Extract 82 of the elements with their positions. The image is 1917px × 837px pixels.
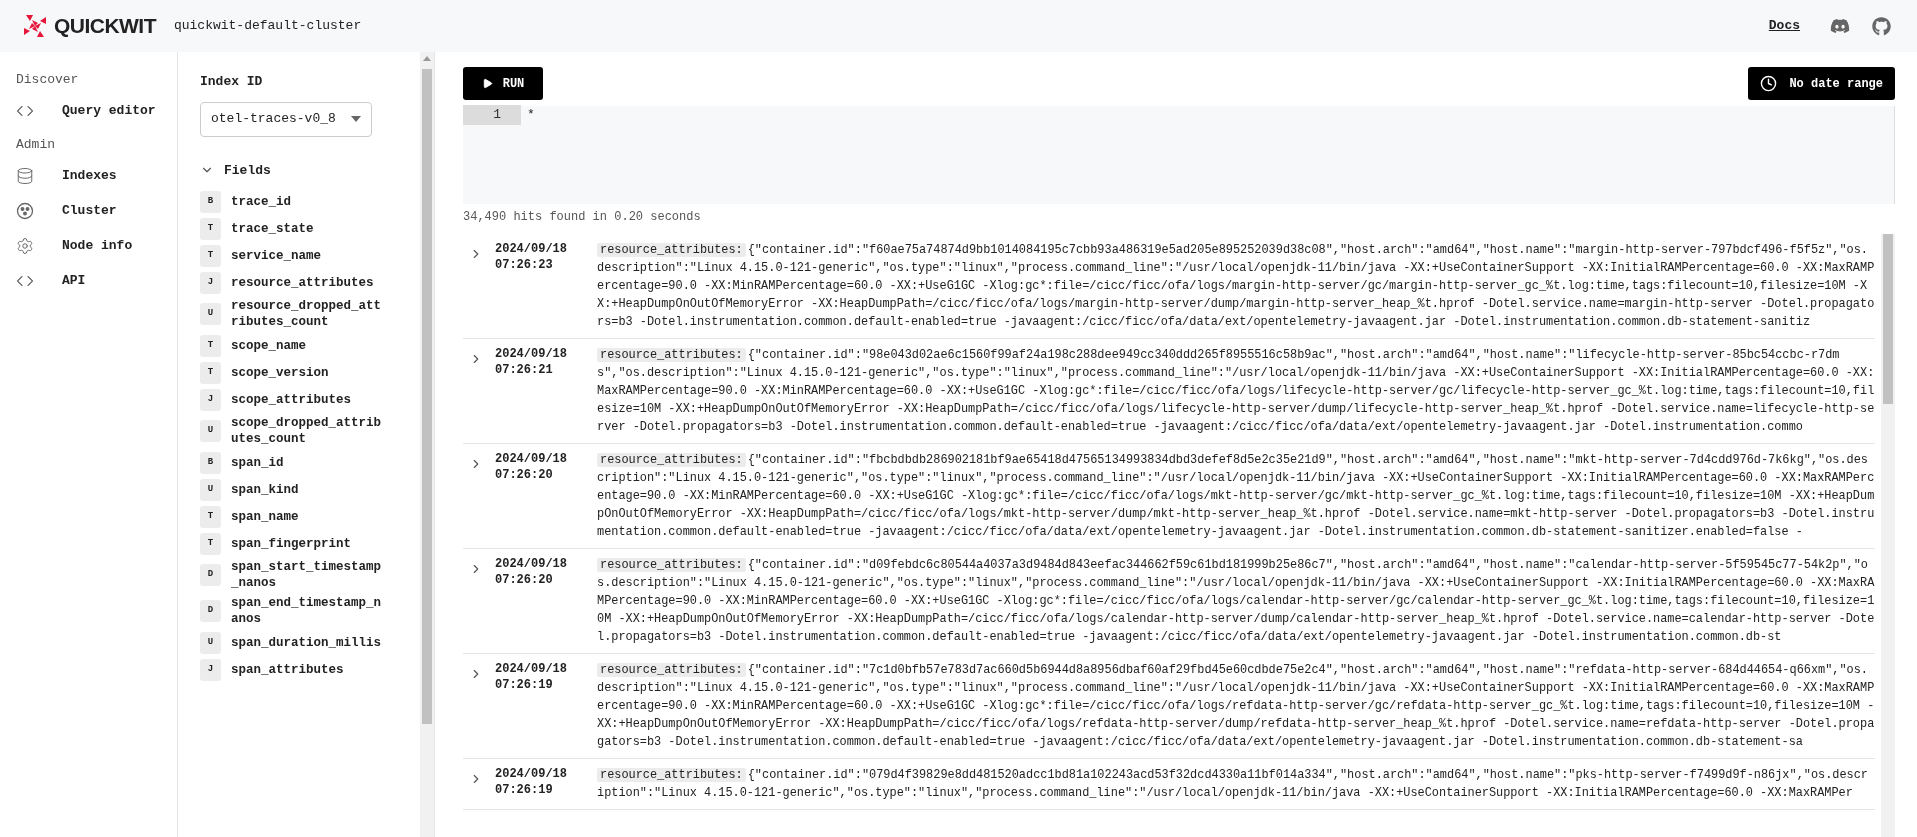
attribute-text: resource_attributes: {"container.id":"fbcbdbdb286902181bf9ae65418d47565134993834dbd3defef8d5e2c35e21d9","host.arch":"amd64","host.name":"mkt-http-server-7d4cdd976d-7k6kg","os.description":"Linux 4.15.0-121-generic","os.type":"linux","process.command_line":"/usr/local/openjdk-11/bin/java -XX:+UseContainerSupport -XX:InitialRAMPercentage=60.0 -XX:MaxRAMPercentage=90.0 -XX:MinRAMPercentage=60.0 -XX:+UseG1GC -Xlog:gc*:file=/cicc/ficc/ofa/logs/mkt-http-server/gc/mkt-http-server_gc_%t.log:time,tags:filecount=10,filesize=10M -XX:+HeapDumpOnOutOfMemoryError -XX:HeapDumpPath=/cicc/ficc/ofa/logs/mkt-http-server/dump/mkt-http-server_heap_%t.hprof -Dotel.service.name=mkt-http-server -Dotel.propagators=b3 -Dotel.instrumentation.common.default-enabled=true -javaagent:/cicc/ficc/ofa/data/ext/opentelemetry-javaagent.jar -Dotel.instrumentation.common.db-statement-sanitizer.enabled=false -	[596, 452, 1875, 541]
attribute-text: resource_attributes: {"container.id":"079d4f39829e8dd481520adcc1bd81a102243acd53f32dcd4330a11bf014a334","host.arch":"amd64","host.name":"pks-http-server-f7499d9f-n86jx","os.description":"Linux 4.15.0-121-generic","os.type":"linux","process.command_line":"/usr/local/openjdk-11/bin/java -XX:+UseContainerSupport -XX:InitialRAMPercentage=60.0 -XX:MaxRAMPer	[596, 767, 1869, 802]
row-date: 2024/09/18	[495, 661, 568, 677]
field-name[interactable]: scope_dropped_attributes_count	[231, 415, 383, 447]
attribute-text: resource_attributes: {"container.id":"7c1d0bfb57e783d7ac660d5b6944d8a8956dbaf60af29fbd45e60cdbde75e2c4","host.arch":"amd64","host.name":"refdata-http-server-684d44654-q66xm","os.description":"Linux 4.15.0-121-generic","os.type":"linux","process.command_line":"/usr/local/openjdk-11/bin/java -XX:+UseContainerSupport -XX:InitialRAMPercentage=60.0 -XX:MaxRAMPercentage=90.0 -XX:MinRAMPercentage=60.0 -XX:+UseG1GC -Xlog:gc*:file=/cicc/ficc/ofa/logs/refdata-http-server/gc/refdata-http-server_gc_%t.log:time,tags:filecount=10,filesize=10M -XX:+HeapDumpOnOutOfMemoryError -XX:HeapDumpPath=/cicc/ficc/ofa/logs/refdata-http-server/dump/refdata-http-server_heap_%t.hprof -Dotel.service.name=refdata-http-server -Dotel.propagators=b3 -Dotel.instrumentation.common.default-enabled=true -javaagent:/cicc/ficc/ofa/data/ext/opentelemetry-javaagent.jar -Dotel.instrumentation.common.db-statement-sa	[596, 662, 1875, 751]
field-name[interactable]: trace_id	[231, 193, 383, 210]
field-type-badge: T	[200, 505, 221, 528]
query-editor[interactable]: 1 *	[463, 106, 1895, 204]
scrollbar-thumb[interactable]	[1883, 234, 1893, 404]
run-button[interactable]: RUN	[463, 67, 543, 100]
row-time: 07:26:19	[495, 782, 554, 798]
field-name[interactable]: scope_attributes	[231, 391, 383, 408]
index-id-label: Index ID	[200, 73, 264, 91]
row-time: 07:26:20	[495, 467, 554, 483]
nav-section-title: Discover	[16, 71, 80, 89]
row-date: 2024/09/18	[495, 451, 568, 467]
field-type-badge: T	[200, 334, 221, 357]
field-name[interactable]: span_attributes	[231, 661, 383, 678]
row-time: 07:26:23	[495, 257, 554, 273]
github-icon[interactable]	[1872, 16, 1891, 36]
field-name[interactable]: span_name	[231, 508, 383, 525]
nav-item[interactable]: Cluster	[16, 193, 177, 228]
field-type-badge: D	[200, 564, 221, 586]
field-name[interactable]: scope_name	[231, 337, 383, 354]
row-time: 07:26:20	[495, 572, 554, 588]
attribute-text: resource_attributes: {"container.id":"f60ae75a74874d9bb1014084195c7cbb93a486319e5ad205e895252039d38c08","host.arch":"amd64","host.name":"margin-http-server-797bdcf496-f5f5z","os.description":"Linux 4.15.0-121-generic","os.type":"linux","process.command_line":"/usr/local/openjdk-11/bin/java -XX:+UseContainerSupport -XX:InitialRAMPercentage=60.0 -XX:MaxRAMPercentage=90.0 -XX:MinRAMPercentage=60.0 -XX:+UseG1GC -Xlog:gc*:file=/cicc/ficc/ofa/logs/margin-http-server/gc/margin-http-server_gc_%t.log:time,tags:filecount=10,filesize=10M -XX:+HeapDumpOnOutOfMemoryError -XX:HeapDumpPath=/cicc/ficc/ofa/logs/margin-http-server/dump/margin-http-server_heap_%t.hprof -Dotel.service.name=margin-http-server -Dotel.propagators=b3 -Dotel.instrumentation.common.default-enabled=true -javaagent:/cicc/ficc/ofa/data/ext/opentelemetry-javaagent.jar -Dotel.instrumentation.common.db-statement-sanitiz	[596, 242, 1875, 331]
field-name[interactable]: span_end_timestamp_nanos	[231, 595, 383, 627]
field-name[interactable]: trace_state	[231, 220, 383, 237]
field-name[interactable]: service_name	[231, 247, 383, 264]
discord-icon[interactable]	[1830, 16, 1850, 36]
play-icon	[481, 78, 493, 89]
query-text: *	[526, 106, 535, 125]
database-icon	[16, 166, 34, 185]
field-type-badge: U	[200, 631, 221, 654]
nav-item[interactable]: Node info	[16, 228, 177, 263]
scrollbar[interactable]	[420, 52, 434, 837]
row-date: 2024/09/18	[495, 241, 568, 257]
field-type-badge: J	[200, 658, 221, 681]
nav-item[interactable]: Query editor	[16, 93, 177, 129]
date-range-button[interactable]: No date range	[1748, 67, 1895, 100]
scrollbar-thumb[interactable]	[422, 69, 432, 724]
attribute-text: resource_attributes: {"container.id":"d09febdc6c80544a4037a3d9484d843eefac344662f59c61bd181999b25e86c7","host.arch":"amd64","host.name":"calendar-http-server-5f59545c77-54k2p","os.description":"Linux 4.15.0-121-generic","os.type":"linux","process.command_line":"/usr/local/openjdk-11/bin/java -XX:+UseContainerSupport -XX:InitialRAMPercentage=60.0 -XX:MaxRAMPercentage=90.0 -XX:MinRAMPercentage=60.0 -XX:+UseG1GC -Xlog:gc*:file=/cicc/ficc/ofa/logs/calendar-http-server/gc/calendar-http-server_gc_%t.log:time,tags:filecount=10,filesize=10M -XX:+HeapDumpOnOutOfMemoryError -XX:HeapDumpPath=/cicc/ficc/ofa/logs/calendar-http-server/dump/calendar-http-server_heap_%t.hprof -Dotel.service.name=calendar-http-server -Dotel.propagators=b3 -Dotel.instrumentation.common.default-enabled=true -javaagent:/cicc/ficc/ofa/data/ext/opentelemetry-javaagent.jar -Dotel.instrumentation.common.db-st	[596, 557, 1875, 646]
field-name[interactable]: span_kind	[231, 481, 383, 498]
field-name[interactable]: span_duration_millis	[231, 634, 383, 651]
clock-icon	[1760, 75, 1778, 92]
field-type-badge: U	[200, 303, 221, 325]
row-date: 2024/09/18	[495, 346, 568, 362]
scrollbar[interactable]	[1881, 234, 1895, 837]
field-name[interactable]: span_fingerprint	[231, 535, 383, 552]
dropdown-caret-icon	[351, 116, 361, 122]
row-time: 07:26:19	[495, 677, 554, 693]
gear-icon	[16, 236, 34, 255]
field-type-badge: T	[200, 361, 221, 384]
field-type-badge: B	[200, 451, 221, 474]
brand-name: QUICKWIT	[54, 13, 156, 40]
field-type-badge: T	[200, 217, 221, 240]
row-date: 2024/09/18	[495, 766, 568, 782]
field-type-badge: U	[200, 420, 221, 442]
line-number: 1	[463, 105, 521, 125]
field-name[interactable]: resource_dropped_attributes_count	[231, 298, 383, 330]
cluster-icon	[16, 201, 34, 220]
nav-item[interactable]: API	[16, 263, 177, 298]
field-type-badge: U	[200, 478, 221, 501]
field-type-badge: B	[200, 190, 221, 213]
index-select[interactable]: otel-traces-v0_8	[200, 101, 372, 137]
row-time: 07:26:21	[495, 362, 554, 378]
field-type-badge: T	[200, 532, 221, 555]
field-type-badge: J	[200, 271, 221, 294]
hits-summary: 34,490 hits found in 0.20 seconds	[463, 209, 702, 226]
row-date: 2024/09/18	[495, 556, 568, 572]
field-name[interactable]: span_id	[231, 454, 383, 471]
field-name[interactable]: scope_version	[231, 364, 383, 381]
docs-link[interactable]: Docs	[1768, 16, 1800, 36]
field-type-badge: T	[200, 244, 221, 267]
nav-section-title: Admin	[16, 135, 56, 154]
field-name[interactable]: resource_attributes	[231, 274, 383, 291]
fields-toggle[interactable]: Fields	[200, 160, 420, 180]
nav-item[interactable]: Indexes	[16, 158, 177, 193]
cluster-name: quickwit-default-cluster	[173, 17, 362, 36]
field-type-badge: J	[200, 388, 221, 411]
attribute-text: resource_attributes: {"container.id":"98e043d02ae6c1560f99af24a198c288dee949cc340ddd265f8955516c58b9ac","host.arch":"amd64","host.name":"lifecycle-http-server-85bc54ccbc-r7dms","os.description":"Linux 4.15.0-121-generic","os.type":"linux","process.command_line":"/usr/local/openjdk-11/bin/java -XX:+UseContainerSupport -XX:InitialRAMPercentage=60.0 -XX:MaxRAMPercentage=90.0 -XX:MinRAMPercentage=60.0 -XX:+UseG1GC -Xlog:gc*:file=/cicc/ficc/ofa/logs/lifecycle-http-server/gc/lifecycle-http-server_gc_%t.log:time,tags:filecount=10,filesize=10M -XX:+HeapDumpOnOutOfMemoryError -XX:HeapDumpPath=/cicc/ficc/ofa/logs/lifecycle-http-server/dump/lifecycle-http-server_heap_%t.hprof -Dotel.service.name=lifecycle-http-server -Dotel.propagators=b3 -Dotel.instrumentation.common.default-enabled=true -javaagent:/cicc/ficc/ofa/data/ext/opentelemetry-javaagent.jar -Dotel.instrumentation.commo	[596, 347, 1875, 436]
field-type-badge: D	[200, 600, 221, 622]
